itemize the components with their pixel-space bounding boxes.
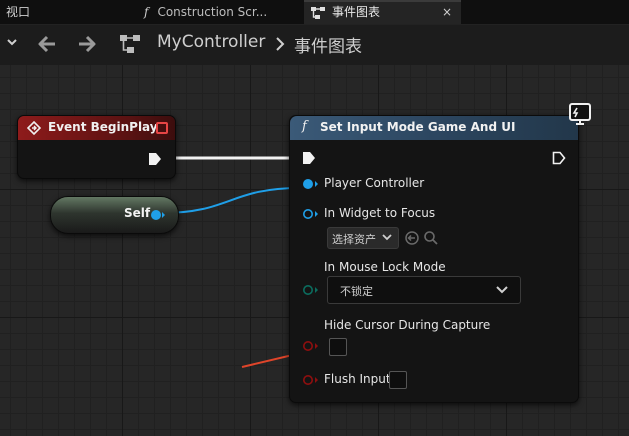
event-diamond-icon <box>27 121 41 135</box>
chevron-down-icon[interactable] <box>4 35 20 49</box>
object-wire <box>161 187 301 214</box>
back-arrow-icon[interactable] <box>36 34 58 54</box>
tab-bar: 视口 f Construction Scr... 事件图表 × <box>0 0 629 25</box>
flush-input-pin[interactable] <box>302 374 320 386</box>
tab-viewport-label: 视口 <box>6 5 31 19</box>
breadcrumb-graph[interactable]: 事件图表 <box>294 32 362 57</box>
tab-event-graph-label: 事件图表 <box>332 5 381 19</box>
blueprint-graph-icon <box>120 35 140 53</box>
chevron-down-icon <box>382 234 392 241</box>
graph-icon <box>311 7 325 19</box>
hide-cursor-label: Hide Cursor During Capture <box>324 318 491 332</box>
function-icon: f <box>144 5 149 19</box>
breadcrumb-blueprint[interactable]: MyController <box>157 32 265 52</box>
event-begin-play-node[interactable]: Event BeginPlay <box>17 115 176 179</box>
set-input-mode-header: f Set Input Mode Game And UI <box>290 116 578 140</box>
event-node-title: Event BeginPlay <box>48 120 158 134</box>
asset-picker-text: 选择资产 <box>332 233 376 246</box>
forward-arrow-icon[interactable] <box>76 34 98 54</box>
function-icon: f <box>302 119 307 134</box>
mouse-lock-mode-dropdown[interactable]: 不锁定 <box>327 276 521 304</box>
tab-viewport[interactable]: 视口 <box>6 0 30 24</box>
self-out-pin[interactable] <box>150 209 166 221</box>
delegate-pin-icon[interactable] <box>156 122 168 134</box>
mouse-lock-mode-value: 不锁定 <box>340 285 373 298</box>
chevron-down-icon <box>496 286 508 294</box>
set-input-mode-node[interactable]: f Set Input Mode Game And UI Player Cont… <box>289 103 591 403</box>
self-node[interactable]: Self <box>50 196 179 234</box>
set-input-mode-title: Set Input Mode Game And UI <box>320 120 516 134</box>
self-label: Self <box>124 206 151 220</box>
exec-in-pin[interactable] <box>302 151 316 165</box>
player-controller-pin[interactable] <box>302 178 320 190</box>
tab-construction-script[interactable]: f Construction Scr... <box>144 0 294 24</box>
chevron-right-icon <box>276 37 285 51</box>
close-icon[interactable]: × <box>442 2 452 22</box>
tab-event-graph[interactable]: 事件图表 × <box>304 0 461 24</box>
network-authority-icon <box>569 103 591 125</box>
widget-to-focus-pin[interactable] <box>302 208 320 220</box>
exec-out-pin[interactable] <box>552 151 566 165</box>
widget-to-focus-label: In Widget to Focus <box>324 206 436 220</box>
mouse-lock-mode-label: In Mouse Lock Mode <box>324 260 446 274</box>
flush-input-checkbox[interactable] <box>389 371 407 389</box>
widget-asset-picker[interactable]: 选择资产 <box>327 227 399 249</box>
hide-cursor-checkbox[interactable] <box>329 338 347 356</box>
flush-input-label: Flush Input <box>324 372 391 386</box>
mouse-lock-mode-pin[interactable] <box>302 284 320 296</box>
graph-toolbar: MyController 事件图表 <box>0 25 629 65</box>
search-icon[interactable] <box>423 230 439 246</box>
player-controller-label: Player Controller <box>324 176 425 190</box>
event-node-header: Event BeginPlay <box>18 116 175 140</box>
tab-construction-label: Construction Scr... <box>157 5 268 19</box>
hide-cursor-pin[interactable] <box>302 340 320 352</box>
exec-out-pin[interactable] <box>148 152 162 166</box>
browse-asset-icon[interactable] <box>404 230 420 246</box>
graph-canvas[interactable]: Event BeginPlay Self f Set Input Mode Ga… <box>0 65 629 436</box>
